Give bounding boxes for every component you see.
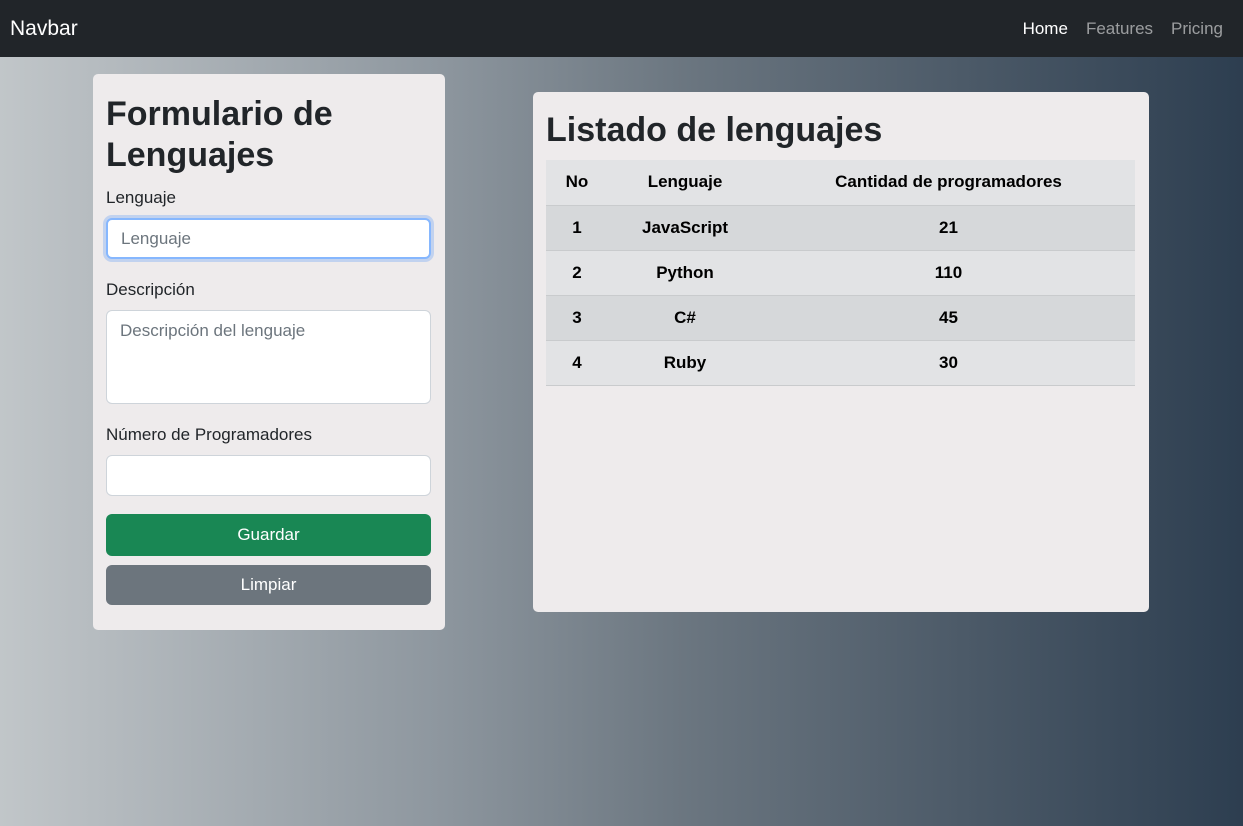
table-row: 4 Ruby 30: [546, 340, 1135, 386]
cell-programmers: 110: [762, 250, 1135, 296]
navbar: Navbar Home Features Pricing: [0, 0, 1243, 57]
cell-programmers: 45: [762, 295, 1135, 341]
language-group: Lenguaje: [106, 188, 432, 259]
language-label: Lenguaje: [106, 188, 176, 207]
description-label: Descripción: [106, 280, 195, 299]
programmers-label: Número de Programadores: [106, 425, 312, 444]
table-row: 1 JavaScript 21: [546, 205, 1135, 251]
form-title: Formulario de Lenguajes: [106, 95, 333, 174]
description-group: Descripción: [106, 280, 432, 404]
language-input[interactable]: [106, 218, 431, 259]
nav-link-home[interactable]: Home: [1023, 19, 1068, 39]
table-row: 2 Python 110: [546, 250, 1135, 296]
form-card: Formulario de Lenguajes Lenguaje Descrip…: [93, 74, 445, 630]
description-textarea[interactable]: [106, 310, 431, 404]
cell-language: JavaScript: [608, 205, 762, 251]
cell-no: 3: [546, 295, 608, 341]
languages-table: No Lenguaje Cantidad de programadores 1 …: [546, 160, 1135, 386]
header-language: Lenguaje: [608, 160, 762, 206]
cell-language: Ruby: [608, 340, 762, 386]
cell-no: 2: [546, 250, 608, 296]
navbar-brand[interactable]: Navbar: [10, 17, 78, 41]
clear-button[interactable]: Limpiar: [106, 565, 431, 605]
cell-no: 4: [546, 340, 608, 386]
table-row: 3 C# 45: [546, 295, 1135, 341]
cell-no: 1: [546, 205, 608, 251]
cell-programmers: 21: [762, 205, 1135, 251]
nav-link-features[interactable]: Features: [1086, 19, 1153, 39]
cell-language: C#: [608, 295, 762, 341]
nav-links: Home Features Pricing: [1023, 19, 1223, 39]
list-card: Listado de lenguajes No Lenguaje Cantida…: [533, 92, 1149, 612]
cell-programmers: 30: [762, 340, 1135, 386]
programmers-input[interactable]: [106, 455, 431, 496]
header-programmers: Cantidad de programadores: [762, 160, 1135, 206]
cell-language: Python: [608, 250, 762, 296]
programmers-group: Número de Programadores: [106, 425, 432, 496]
header-no: No: [546, 160, 608, 206]
list-title: Listado de lenguajes: [546, 111, 883, 149]
save-button[interactable]: Guardar: [106, 514, 431, 556]
table-header-row: No Lenguaje Cantidad de programadores: [546, 160, 1135, 206]
nav-link-pricing[interactable]: Pricing: [1171, 19, 1223, 39]
